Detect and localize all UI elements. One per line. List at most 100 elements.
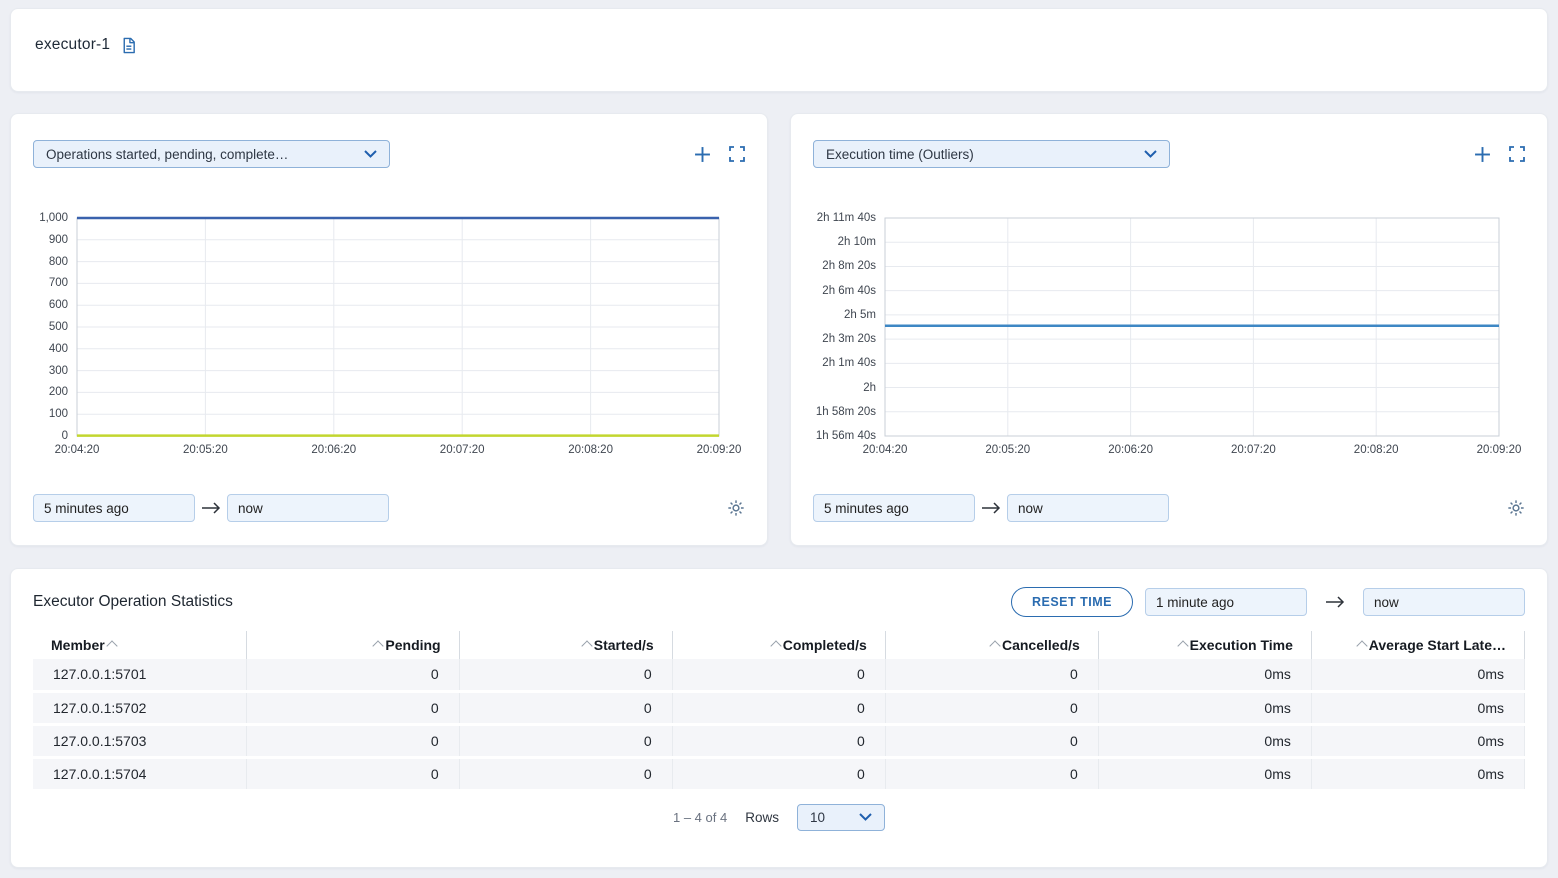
rows-per-page-label: Rows [745,810,779,825]
value-cell: 0 [672,757,885,790]
value-cell: 0 [246,691,459,724]
x-tick-label: 20:04:20 [863,444,908,456]
column-label: Execution Time [1190,637,1293,653]
value-cell: 0ms [1311,659,1524,691]
x-tick-label: 20:05:20 [985,444,1030,456]
chart-time-controls [33,494,745,522]
rows-per-page-select[interactable]: 10 [797,804,885,831]
sort-caret-icon [770,640,781,651]
column-header-member[interactable]: Member [33,631,246,659]
chart-settings-button[interactable] [1507,499,1525,517]
column-label: Member [51,637,105,653]
column-header-completed[interactable]: Completed/s [672,631,885,659]
column-header-execution-time[interactable]: Execution Time [1098,631,1311,659]
y-axis: 1,0009008007006005004003002001000 [33,218,77,436]
stats-time-controls: RESET TIME [1011,587,1525,617]
pagination: 1 – 4 of 4 Rows 10 [33,804,1525,831]
plot-area [885,218,1499,436]
statistics-table: Member Pending Started/s Completed/s Can… [33,631,1525,792]
column-header-average-start-latency[interactable]: Average Start Late… [1311,631,1524,659]
x-axis: 20:04:2020:05:2020:06:2020:07:2020:08:20… [885,436,1499,460]
chart-actions [694,146,745,163]
y-tick-label: 700 [49,277,68,289]
y-tick-label: 2h 3m 20s [822,333,876,345]
time-to-input[interactable] [227,494,389,522]
plot-area [77,218,719,436]
value-cell: 0 [246,659,459,691]
column-label: Average Start Late… [1369,637,1506,653]
fullscreen-button[interactable] [729,146,745,162]
y-tick-label: 1h 58m 20s [816,406,876,418]
value-cell: 0 [459,757,672,790]
x-tick-label: 20:04:20 [55,444,100,456]
column-header-started[interactable]: Started/s [459,631,672,659]
y-tick-label: 400 [49,343,68,355]
metric-selector[interactable]: Operations started, pending, complete… [33,140,390,168]
operations-chart-panel: Operations started, pending, complete… 1… [10,113,768,546]
table-header-row: Member Pending Started/s Completed/s Can… [33,631,1525,659]
add-chart-button[interactable] [1474,146,1491,163]
y-tick-label: 0 [62,430,68,442]
x-tick-label: 20:07:20 [1231,444,1276,456]
value-cell: 0ms [1098,659,1311,691]
y-axis: 2h 11m 40s2h 10m2h 8m 20s2h 6m 40s2h 5m2… [813,218,885,436]
chevron-down-icon [1144,150,1157,158]
x-tick-label: 20:08:20 [1354,444,1399,456]
y-tick-label: 2h [863,382,876,394]
value-cell: 0ms [1098,757,1311,790]
column-header-pending[interactable]: Pending [246,631,459,659]
time-from-input[interactable] [813,494,975,522]
plus-icon [694,146,711,163]
add-chart-button[interactable] [694,146,711,163]
y-tick-label: 300 [49,365,68,377]
y-tick-label: 2h 10m [838,236,876,248]
gear-icon [727,499,745,517]
chart-actions [1474,146,1525,163]
sort-caret-icon [989,640,1000,651]
y-tick-label: 2h 6m 40s [822,285,876,297]
x-tick-label: 20:09:20 [697,444,742,456]
page-header: executor-1 [10,8,1548,92]
column-header-cancelled[interactable]: Cancelled/s [885,631,1098,659]
time-to-input[interactable] [1363,588,1525,616]
chart-area: 1,0009008007006005004003002001000 20:04:… [33,218,719,460]
value-cell: 0ms [1098,691,1311,724]
table-row: 127.0.0.1:570100000ms0ms [33,659,1525,691]
y-tick-label: 600 [49,299,68,311]
gear-icon [1507,499,1525,517]
member-cell: 127.0.0.1:5701 [33,659,246,691]
fullscreen-icon [729,146,745,162]
page-range: 1 – 4 of 4 [673,810,727,825]
metric-selector[interactable]: Execution time (Outliers) [813,140,1170,168]
value-cell: 0ms [1311,757,1524,790]
executor-statistics-panel: Executor Operation Statistics RESET TIME… [10,568,1548,868]
metric-selector-label: Operations started, pending, complete… [46,147,288,162]
stats-header: Executor Operation Statistics RESET TIME [33,587,1525,617]
fullscreen-button[interactable] [1509,146,1525,162]
chart-toolbar: Execution time (Outliers) [813,140,1525,168]
document-icon[interactable] [120,37,137,54]
page: executor-1 Operations started, pending, … [0,0,1558,878]
page-title: executor-1 [35,36,110,54]
reset-time-button[interactable]: RESET TIME [1011,587,1133,617]
table-row: 127.0.0.1:570400000ms0ms [33,757,1525,790]
arrow-right-icon [1325,596,1345,608]
time-from-input[interactable] [33,494,195,522]
sort-caret-icon [106,640,117,651]
y-tick-label: 200 [49,386,68,398]
value-cell: 0 [246,724,459,757]
page-header-inner: executor-1 [35,36,1523,54]
chart-settings-button[interactable] [727,499,745,517]
y-tick-label: 2h 11m 40s [817,212,876,224]
value-cell: 0ms [1098,724,1311,757]
time-from-input[interactable] [1145,588,1307,616]
value-cell: 0 [459,724,672,757]
column-label: Pending [385,637,440,653]
rows-per-page-value: 10 [810,810,825,825]
value-cell: 0 [885,757,1098,790]
chevron-down-icon [364,150,377,158]
x-axis: 20:04:2020:05:2020:06:2020:07:2020:08:20… [77,436,719,460]
sort-caret-icon [1177,640,1188,651]
metric-selector-label: Execution time (Outliers) [826,147,974,162]
time-to-input[interactable] [1007,494,1169,522]
